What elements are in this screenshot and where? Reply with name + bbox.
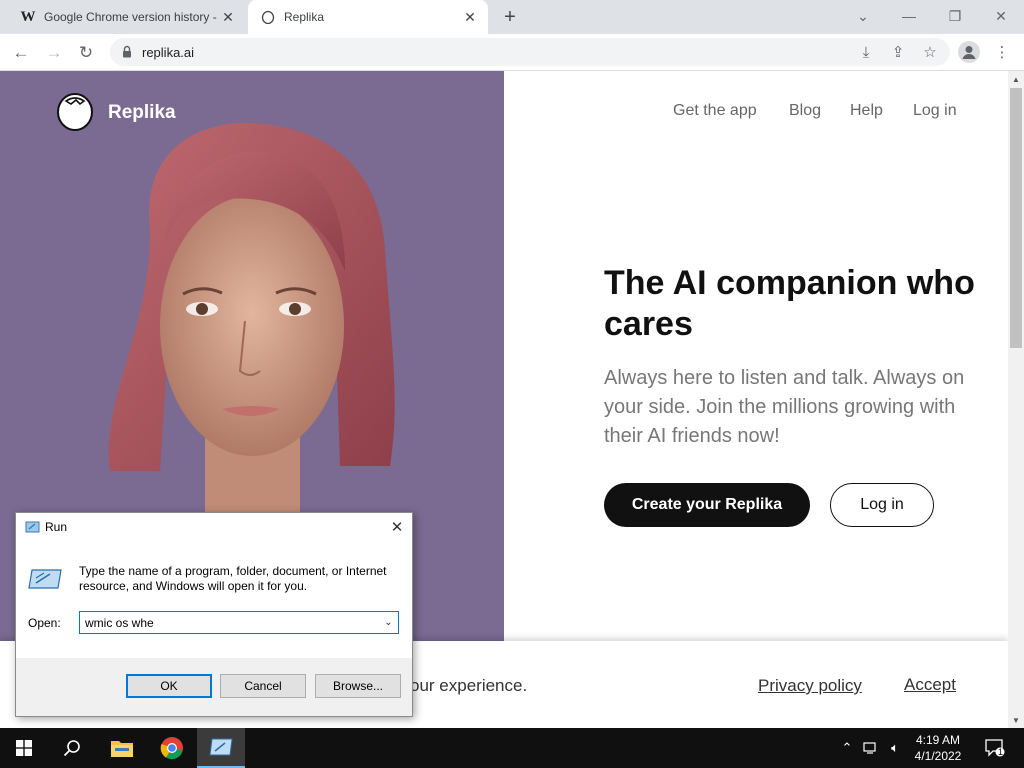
reload-icon[interactable]: ↻ [73,40,99,66]
nav-get-the-app[interactable]: Get the app [673,102,757,120]
nav-log-in[interactable]: Log in [913,102,957,120]
open-label: Open: [28,616,61,630]
run-program-icon [28,569,62,589]
create-replika-button[interactable]: Create your Replika [604,483,810,527]
chrome-icon[interactable] [148,728,196,768]
search-icon[interactable] [48,728,96,768]
bookmark-star-icon[interactable]: ☆ [920,42,940,62]
tab-title: Google Chrome version history - [44,10,217,24]
window-close-icon[interactable]: ✕ [978,0,1024,32]
accept-cookies-link[interactable]: Accept [904,675,956,695]
run-small-icon [25,521,40,533]
run-close-icon[interactable]: ✕ [382,515,412,539]
install-icon[interactable]: ⤓ [856,42,876,62]
new-tab-icon[interactable]: + [498,5,522,29]
tab-replika[interactable]: Replika ✕ [248,0,488,34]
profile-avatar-icon[interactable] [958,41,980,63]
wikipedia-icon: W [20,8,36,25]
run-titlebar[interactable] [16,513,412,541]
restore-icon[interactable]: ❐ [932,0,978,32]
close-tab-icon[interactable]: ✕ [218,7,238,27]
ok-button[interactable]: OK [126,674,212,698]
clock[interactable]: 4:19 AM 4/1/2022 [905,732,971,764]
page-subtext: Always here to listen and talk. Always o… [604,367,965,447]
menu-kebab-icon[interactable]: ⋮ [992,42,1012,62]
run-title: Run [45,520,68,534]
tab-search-icon[interactable]: ⌄ [840,0,886,32]
replika-logo-icon [57,93,93,131]
open-input[interactable] [79,611,399,634]
tab-title: Replika [284,10,325,24]
notification-count: 1 [998,747,1004,757]
network-icon[interactable] [860,738,882,758]
page-headline: The AI companion who cares [604,264,975,343]
nav-help[interactable]: Help [850,102,883,120]
minimize-icon[interactable]: — [886,0,932,32]
scroll-down-icon[interactable]: ▼ [1008,712,1024,728]
nav-blog[interactable]: Blog [789,102,821,120]
run-body [16,541,412,658]
logo-text[interactable]: Replika [108,102,176,124]
address-bar[interactable] [110,38,950,66]
run-description: Type the name of a program, folder, docu… [79,564,387,593]
clock-date: 4/1/2022 [914,749,962,763]
url-text: replika.ai [142,45,195,60]
notification-icon[interactable]: 1 [982,738,1008,758]
share-icon[interactable]: ⇪ [888,42,908,62]
privacy-policy-link[interactable]: Privacy policy [758,676,862,696]
log-in-button[interactable]: Log in [830,483,934,527]
scroll-thumb[interactable] [1010,88,1022,348]
clock-time: 4:19 AM [915,733,961,747]
chevron-down-icon[interactable]: ⌄ [379,612,398,633]
forward-icon[interactable]: → [41,40,67,66]
scroll-up-icon[interactable]: ▲ [1008,71,1024,87]
run-dialog: Run ✕ Type the name of a program, folder… [15,512,413,717]
lock-icon [123,45,131,58]
volume-icon[interactable]: 🔈︎ [884,738,906,758]
run-taskbar-icon[interactable] [197,728,245,768]
cancel-button[interactable]: Cancel [220,674,306,698]
cookie-text: our experience. [410,676,528,695]
close-tab-icon[interactable]: ✕ [460,7,480,27]
chevron-up-icon[interactable]: ⌃ [836,738,858,758]
back-icon[interactable]: ← [8,40,34,66]
tab-chrome-history[interactable]: W Google Chrome version history - ✕ [8,0,246,34]
replika-favicon [260,9,276,25]
windows-start-icon[interactable] [0,728,48,768]
file-explorer-icon[interactable] [98,728,146,768]
browse-button[interactable]: Browse... [315,674,401,698]
